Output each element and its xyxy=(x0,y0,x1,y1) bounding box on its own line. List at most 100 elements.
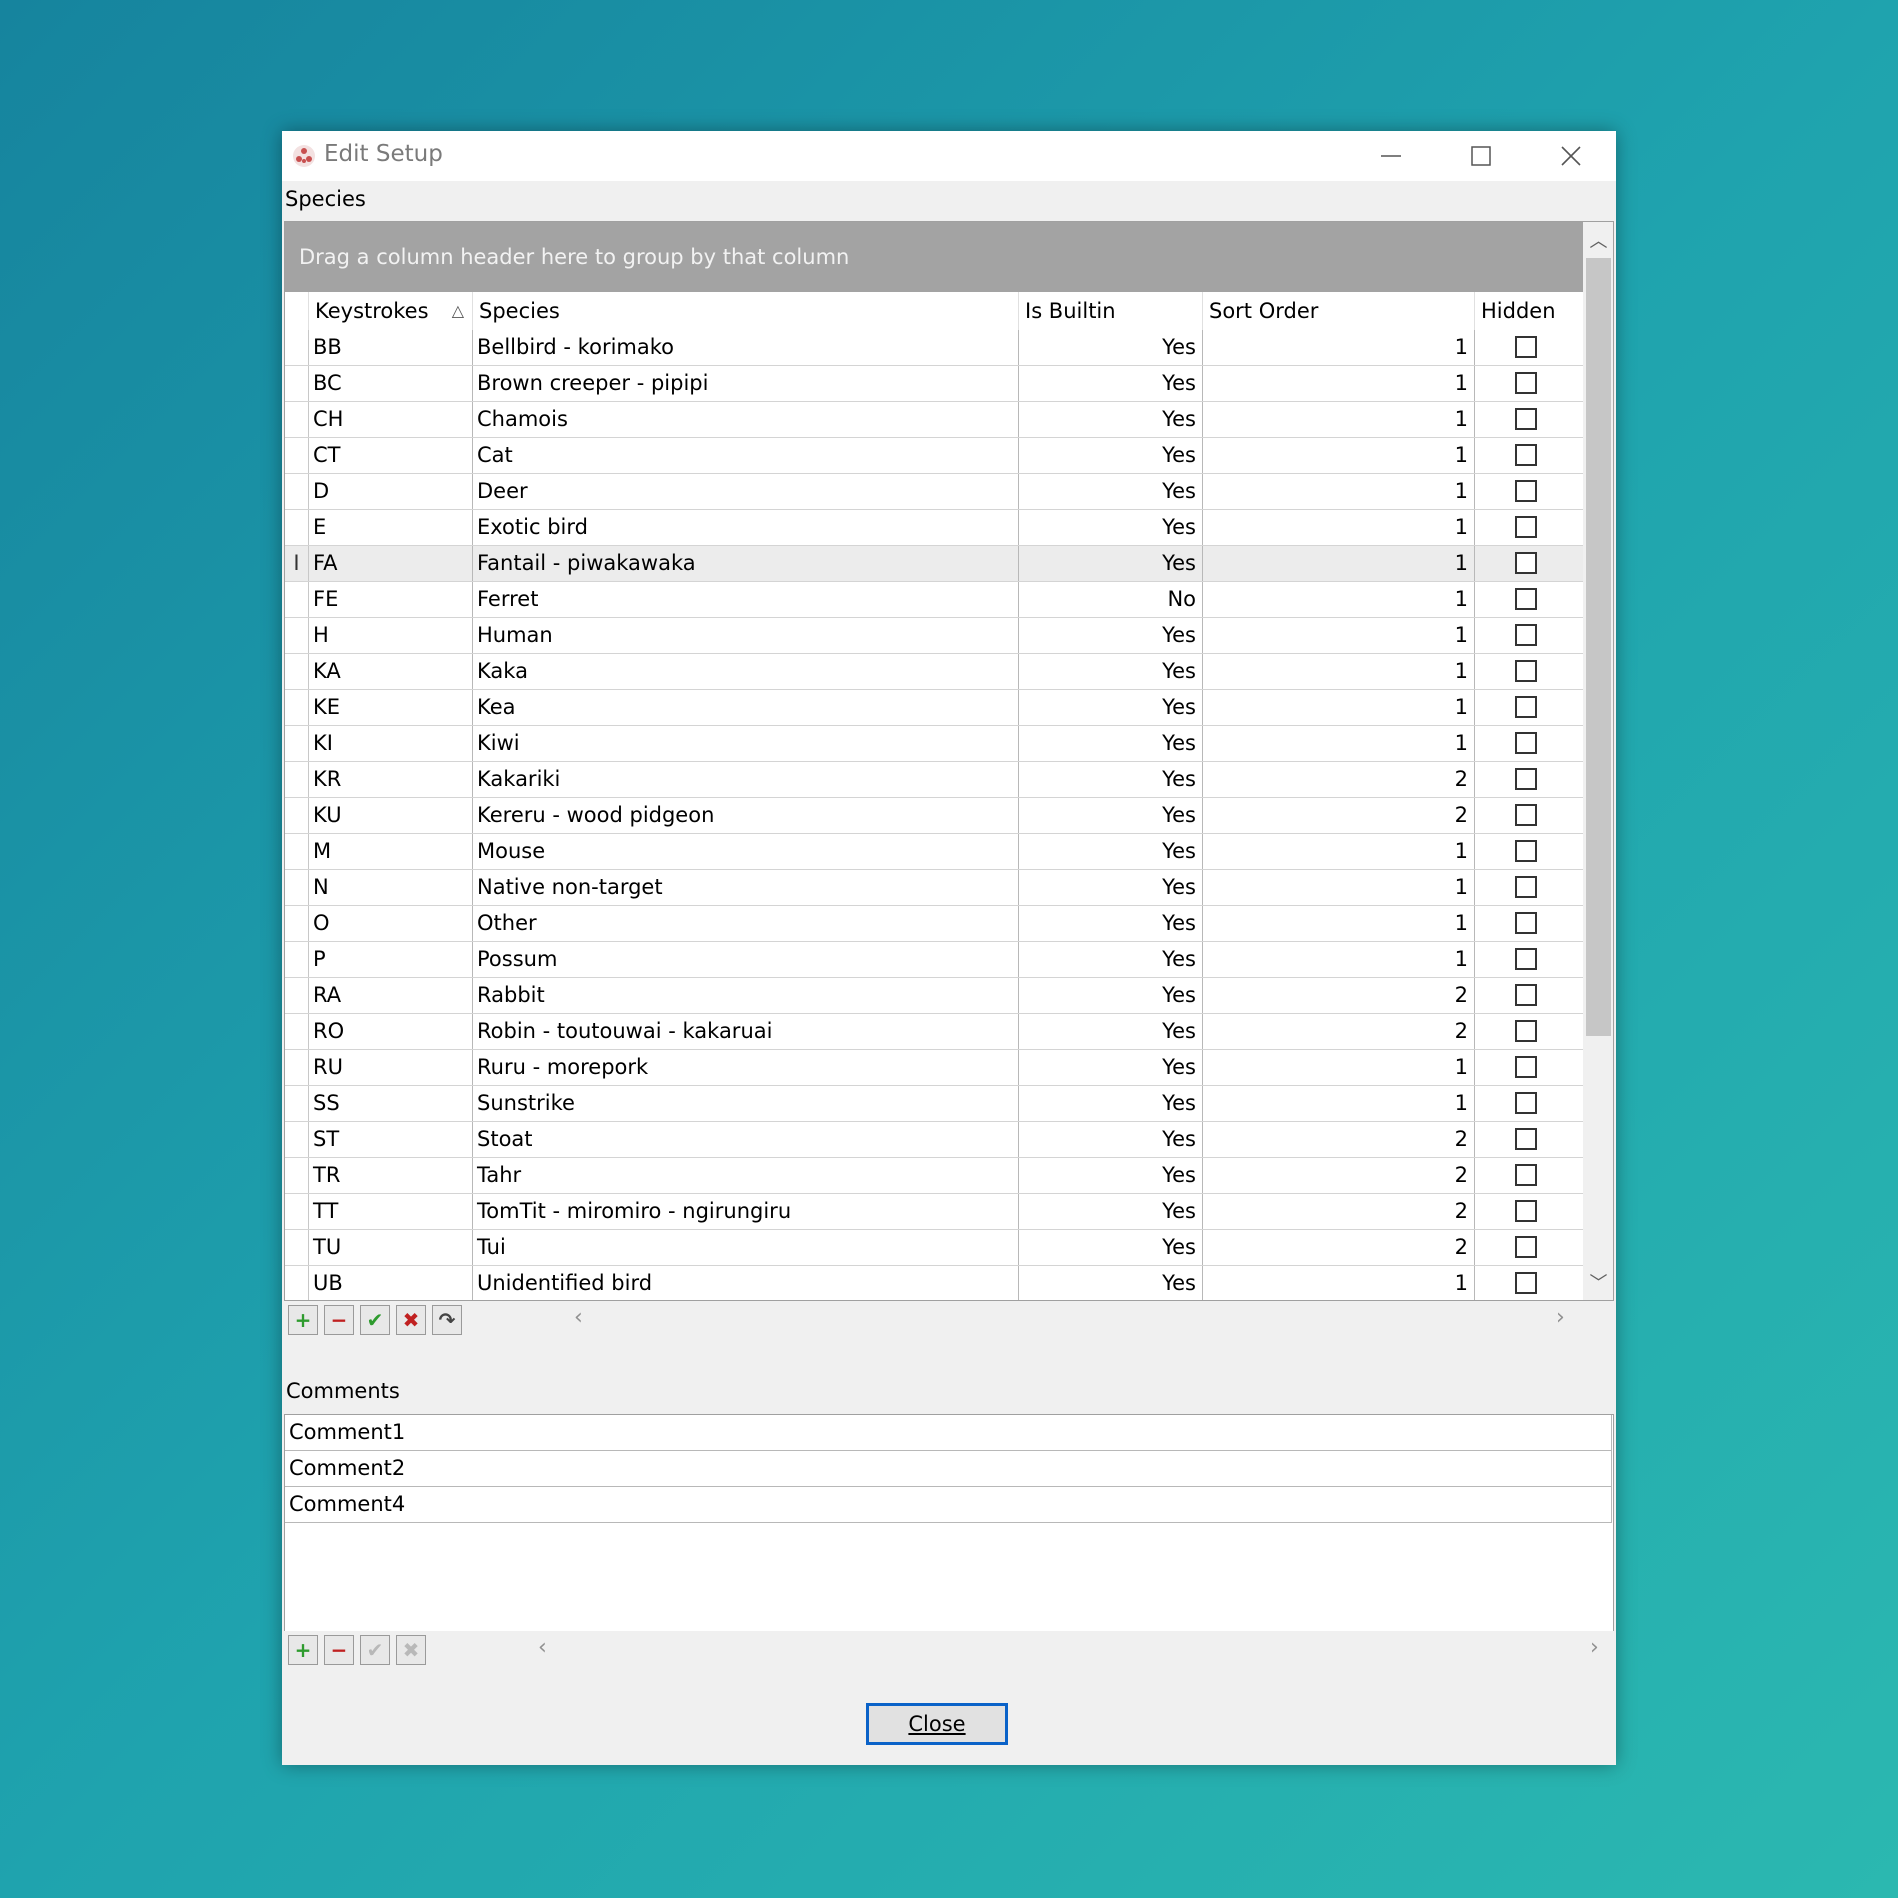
row-indicator[interactable] xyxy=(285,1230,309,1265)
is-builtin-cell[interactable]: No xyxy=(1019,582,1203,617)
add-comment-button[interactable]: + xyxy=(288,1635,318,1665)
species-cell[interactable]: Tui xyxy=(473,1230,1019,1265)
is-builtin-cell[interactable]: Yes xyxy=(1019,1158,1203,1193)
keystrokes-cell[interactable]: BB xyxy=(309,330,473,365)
sort-order-cell[interactable]: 2 xyxy=(1203,1014,1475,1049)
hidden-checkbox[interactable] xyxy=(1515,1092,1537,1114)
sort-order-cell[interactable]: 1 xyxy=(1203,618,1475,653)
scroll-up-icon[interactable]: ︿ xyxy=(1583,222,1613,258)
sort-order-cell[interactable]: 2 xyxy=(1203,1194,1475,1229)
sort-order-cell[interactable]: 1 xyxy=(1203,474,1475,509)
sort-order-cell[interactable]: 1 xyxy=(1203,510,1475,545)
row-indicator[interactable] xyxy=(285,834,309,869)
add-record-button[interactable]: + xyxy=(288,1305,318,1335)
is-builtin-cell[interactable]: Yes xyxy=(1019,1194,1203,1229)
hidden-checkbox[interactable] xyxy=(1515,444,1537,466)
keystrokes-cell[interactable]: ST xyxy=(309,1122,473,1157)
sort-order-cell[interactable]: 1 xyxy=(1203,834,1475,869)
is-builtin-cell[interactable]: Yes xyxy=(1019,978,1203,1013)
hidden-cell[interactable] xyxy=(1475,654,1583,689)
keystrokes-cell[interactable]: CH xyxy=(309,402,473,437)
row-indicator[interactable] xyxy=(285,474,309,509)
table-row[interactable]: UB Unidentified bird Yes 1 xyxy=(285,1266,1583,1300)
scrollbar-thumb[interactable] xyxy=(1586,258,1611,1036)
row-indicator[interactable] xyxy=(285,438,309,473)
table-row[interactable]: D Deer Yes 1 xyxy=(285,474,1583,510)
delete-record-button[interactable]: − xyxy=(324,1305,354,1335)
row-indicator[interactable] xyxy=(285,330,309,365)
row-indicator[interactable] xyxy=(285,726,309,761)
hidden-cell[interactable] xyxy=(1475,546,1583,581)
is-builtin-cell[interactable]: Yes xyxy=(1019,762,1203,797)
row-indicator[interactable] xyxy=(285,1266,309,1300)
species-cell[interactable]: Ferret xyxy=(473,582,1019,617)
row-indicator[interactable] xyxy=(285,1122,309,1157)
sort-order-cell[interactable]: 1 xyxy=(1203,1050,1475,1085)
species-cell[interactable]: Stoat xyxy=(473,1122,1019,1157)
hidden-checkbox[interactable] xyxy=(1515,948,1537,970)
is-builtin-cell[interactable]: Yes xyxy=(1019,870,1203,905)
is-builtin-cell[interactable]: Yes xyxy=(1019,1050,1203,1085)
cancel-comment-button[interactable]: ✖ xyxy=(396,1635,426,1665)
row-indicator[interactable] xyxy=(285,618,309,653)
hidden-checkbox[interactable] xyxy=(1515,912,1537,934)
table-row[interactable]: SS Sunstrike Yes 1 xyxy=(285,1086,1583,1122)
hidden-cell[interactable] xyxy=(1475,1194,1583,1229)
table-row[interactable]: KI Kiwi Yes 1 xyxy=(285,726,1583,762)
table-row[interactable]: KE Kea Yes 1 xyxy=(285,690,1583,726)
species-cell[interactable]: Possum xyxy=(473,942,1019,977)
row-indicator[interactable]: I xyxy=(285,546,309,581)
keystrokes-cell[interactable]: FA xyxy=(309,546,473,581)
row-indicator[interactable] xyxy=(285,870,309,905)
hidden-cell[interactable] xyxy=(1475,510,1583,545)
scroll-right-icon[interactable]: › xyxy=(1590,1635,1599,1660)
sort-order-cell[interactable]: 2 xyxy=(1203,798,1475,833)
table-row[interactable]: RA Rabbit Yes 2 xyxy=(285,978,1583,1014)
species-cell[interactable]: Chamois xyxy=(473,402,1019,437)
hidden-cell[interactable] xyxy=(1475,402,1583,437)
row-indicator[interactable] xyxy=(285,510,309,545)
species-cell[interactable]: Native non-target xyxy=(473,870,1019,905)
is-builtin-cell[interactable]: Yes xyxy=(1019,654,1203,689)
is-builtin-cell[interactable]: Yes xyxy=(1019,906,1203,941)
close-window-button[interactable] xyxy=(1526,131,1616,181)
table-row[interactable]: TT TomTit - miromiro - ngirungiru Yes 2 xyxy=(285,1194,1583,1230)
sort-order-cell[interactable]: 1 xyxy=(1203,726,1475,761)
hidden-checkbox[interactable] xyxy=(1515,732,1537,754)
row-indicator[interactable] xyxy=(285,1194,309,1229)
sort-order-cell[interactable]: 1 xyxy=(1203,870,1475,905)
keystrokes-cell[interactable]: KR xyxy=(309,762,473,797)
keystrokes-cell[interactable]: E xyxy=(309,510,473,545)
column-header-is-builtin[interactable]: Is Builtin xyxy=(1019,292,1203,330)
is-builtin-cell[interactable]: Yes xyxy=(1019,690,1203,725)
hidden-cell[interactable] xyxy=(1475,1086,1583,1121)
row-indicator[interactable] xyxy=(285,582,309,617)
hidden-checkbox[interactable] xyxy=(1515,840,1537,862)
table-row[interactable]: H Human Yes 1 xyxy=(285,618,1583,654)
is-builtin-cell[interactable]: Yes xyxy=(1019,474,1203,509)
hidden-checkbox[interactable] xyxy=(1515,1200,1537,1222)
row-indicator[interactable] xyxy=(285,942,309,977)
table-row[interactable]: P Possum Yes 1 xyxy=(285,942,1583,978)
table-row[interactable]: KA Kaka Yes 1 xyxy=(285,654,1583,690)
maximize-button[interactable] xyxy=(1436,131,1526,181)
sort-order-cell[interactable]: 1 xyxy=(1203,546,1475,581)
keystrokes-cell[interactable]: N xyxy=(309,870,473,905)
is-builtin-cell[interactable]: Yes xyxy=(1019,510,1203,545)
sort-order-cell[interactable]: 1 xyxy=(1203,690,1475,725)
row-indicator[interactable] xyxy=(285,978,309,1013)
delete-comment-button[interactable]: − xyxy=(324,1635,354,1665)
hidden-cell[interactable] xyxy=(1475,942,1583,977)
hidden-cell[interactable] xyxy=(1475,618,1583,653)
keystrokes-cell[interactable]: TT xyxy=(309,1194,473,1229)
keystrokes-cell[interactable]: UB xyxy=(309,1266,473,1300)
hidden-cell[interactable] xyxy=(1475,1122,1583,1157)
is-builtin-cell[interactable]: Yes xyxy=(1019,726,1203,761)
hidden-cell[interactable] xyxy=(1475,1266,1583,1300)
hidden-checkbox[interactable] xyxy=(1515,372,1537,394)
minimize-button[interactable] xyxy=(1346,131,1436,181)
row-indicator[interactable] xyxy=(285,1050,309,1085)
is-builtin-cell[interactable]: Yes xyxy=(1019,330,1203,365)
table-row[interactable]: TU Tui Yes 2 xyxy=(285,1230,1583,1266)
comment-row[interactable]: Comment2 xyxy=(285,1451,1612,1487)
